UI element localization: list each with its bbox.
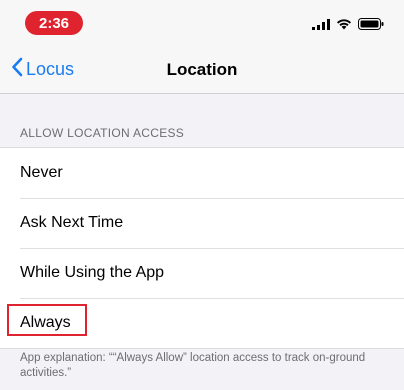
- battery-icon: [358, 17, 384, 35]
- status-icons: [312, 17, 384, 35]
- option-ask-next-time[interactable]: Ask Next Time: [0, 198, 404, 248]
- app-explanation: App explanation: ““Always Allow” locatio…: [20, 352, 366, 379]
- wifi-icon: [336, 17, 352, 35]
- option-never[interactable]: Never: [0, 148, 404, 198]
- option-label: Never: [20, 164, 63, 181]
- signal-icon: [312, 17, 330, 35]
- navigation-bar: Locus Location: [0, 42, 404, 94]
- page-title: Location: [166, 60, 238, 79]
- status-time: 2:36: [25, 11, 83, 35]
- option-label: Ask Next Time: [20, 214, 124, 231]
- status-bar: 2:36: [0, 0, 404, 42]
- section-header: ALLOW LOCATION ACCESS: [20, 126, 185, 140]
- phone-screen: 2:36 Locus Location ALLOW LOCATION ACCES…: [0, 0, 404, 390]
- option-while-using[interactable]: While Using the App: [0, 248, 404, 298]
- highlight-box: [7, 304, 87, 336]
- option-label: While Using the App: [20, 264, 165, 281]
- option-always[interactable]: Always: [0, 298, 404, 348]
- location-options-list: Never Ask Next Time While Using the App …: [0, 147, 404, 349]
